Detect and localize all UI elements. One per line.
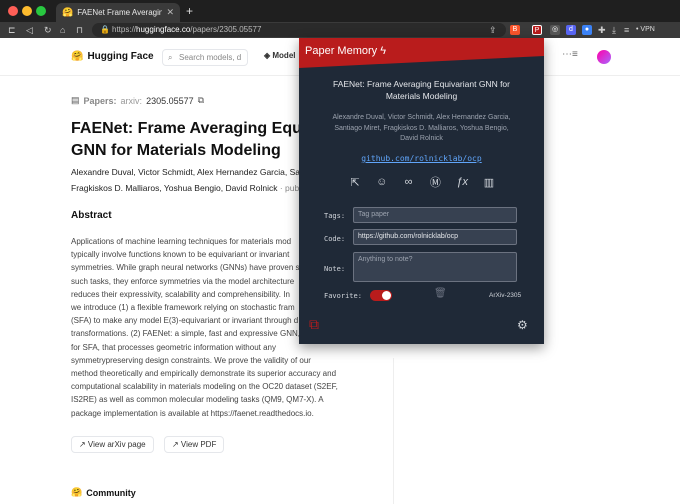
brave-shield-icon[interactable]: B	[510, 25, 520, 35]
tags-input[interactable]: Tag paper	[353, 207, 517, 223]
abstract-line: computational scalability in materials m…	[71, 382, 338, 392]
abstract-line: IS2RE) as well as common molecular model…	[71, 395, 324, 405]
community-section: 🤗 Community	[71, 487, 136, 498]
download-icon[interactable]: ⤓	[612, 23, 616, 37]
bibtex-fx-icon[interactable]: ƒx	[454, 176, 470, 188]
open-external-icon[interactable]: ⇱	[347, 176, 363, 189]
discord-icon[interactable]: d	[566, 25, 576, 35]
divider	[393, 358, 394, 504]
link-icon[interactable]: ∞	[401, 176, 417, 188]
tags-label: Tags:	[324, 212, 346, 220]
popup-paper-title: FAENet: Frame Averaging Equivariant GNN …	[332, 79, 510, 101]
note-label: Note:	[324, 265, 346, 273]
favorite-toggle[interactable]	[370, 290, 392, 301]
extension-icon-1[interactable]: ◎	[550, 25, 560, 35]
nav-models-label: Model	[272, 51, 296, 60]
popup-action-icons: ⇱ ☺ ∞ Ⓜ ƒx ▥	[347, 174, 497, 190]
papers-label: Papers:	[83, 95, 117, 106]
avatar[interactable]	[597, 50, 611, 64]
reload-icon[interactable]: ↻	[44, 23, 52, 37]
community-heading: Community	[86, 487, 136, 498]
book-icon[interactable]: ▥	[481, 176, 497, 189]
popup-title: Paper Memory ϟ	[305, 45, 387, 57]
url-path: /papers/2305.05577	[190, 25, 262, 34]
popup-authors: Alexandre Duval, Victor Schmidt, Alex He…	[332, 114, 511, 142]
url-host: huggingface.co	[136, 25, 191, 34]
window-close-button[interactable]	[8, 6, 18, 16]
memory-copy-icon[interactable]: ⧉	[309, 316, 319, 333]
abstract-heading: Abstract	[71, 210, 112, 221]
search-placeholder: Search models, d	[179, 53, 242, 62]
hugging-face-icon: 🤗	[71, 487, 83, 497]
paper-id: ▤ Papers: arxiv: 2305.05577 ⧉	[71, 95, 204, 106]
address-toolbar: ⊏ ◁ ↻ ⌂ ⊓ 🔒 https://huggingface.co/paper…	[0, 22, 680, 38]
tab-close-icon[interactable]: ✕	[166, 7, 174, 18]
tab-title: FAENet Frame Averaging Equivar	[77, 8, 163, 17]
code-label: Code:	[324, 235, 346, 243]
site-name: Hugging Face	[87, 51, 154, 62]
hugging-face-icon: 🤗	[62, 7, 74, 17]
share-icon[interactable]: ⇪	[489, 23, 497, 37]
code-input[interactable]: https://github.com/rolnicklab/ocp	[353, 229, 517, 245]
favorite-label: Favorite:	[324, 292, 362, 300]
copy-icon[interactable]: ⧉	[198, 95, 204, 106]
extension-icon-2[interactable]: ●	[582, 25, 592, 35]
document-icon: ▤	[71, 95, 80, 105]
browser-tab[interactable]: 🤗 FAENet Frame Averaging Equivar ✕	[56, 3, 180, 22]
search-icon: ⌕	[168, 53, 173, 62]
gear-icon[interactable]: ⚙	[517, 318, 528, 332]
trash-icon[interactable]: 🗑	[434, 288, 447, 299]
popup-repo-link[interactable]: github.com/rolnicklab/ocp	[311, 154, 532, 163]
authors-line-2-text[interactable]: Fragkiskos D. Malliaros, Yoshua Bengio, …	[71, 183, 277, 193]
paper-memory-extension-icon[interactable]: P	[532, 25, 542, 35]
back-icon[interactable]: ◁	[26, 23, 33, 37]
smiley-icon[interactable]: ☺	[374, 176, 390, 188]
nav-models[interactable]: ◈ Model	[264, 51, 295, 60]
more-menu-icon[interactable]: ⋯≡	[562, 49, 578, 60]
lock-icon: 🔒	[100, 25, 110, 34]
bookmark-icon[interactable]: ⊓	[76, 23, 83, 37]
window-minimize-button[interactable]	[22, 6, 32, 16]
window-maximize-button[interactable]	[36, 6, 46, 16]
sidebar-icon[interactable]: ⊏	[8, 23, 16, 37]
abstract-line: package implementation is available at h…	[71, 408, 314, 418]
paper-memory-popup: Paper Memory ϟ FAENet: Frame Averaging E…	[299, 38, 544, 344]
abstract-line: symmetrypreserving design constraints. W…	[71, 355, 311, 365]
url-scheme: https://	[112, 25, 137, 34]
url-bar[interactable]: 🔒 https://huggingface.co/papers/2305.055…	[92, 23, 506, 37]
note-textarea[interactable]: Anything to note?	[353, 252, 517, 282]
menu-icon[interactable]: ≡	[624, 23, 629, 37]
home-icon[interactable]: ⌂	[60, 23, 65, 37]
vpn-button[interactable]: • VPN	[636, 23, 655, 37]
hugging-face-logo-icon: 🤗	[71, 51, 84, 62]
site-search-input[interactable]: ⌕ Search models, d	[162, 49, 248, 66]
arxiv-prefix: arxiv:	[120, 95, 143, 106]
new-tab-icon[interactable]: +	[186, 4, 193, 18]
extensions-icon[interactable]: ✚	[598, 23, 606, 37]
view-pdf-button[interactable]: ↗ View PDF	[164, 436, 225, 453]
site-logo[interactable]: 🤗 Hugging Face	[71, 51, 154, 62]
arxiv-tag: ArXiv-2305	[489, 292, 522, 299]
abstract-line: method theoretically and empirically dem…	[71, 369, 337, 379]
tab-strip: 🤗 FAENet Frame Averaging Equivar ✕ +	[0, 0, 680, 22]
arxiv-id: 2305.05577	[146, 95, 194, 106]
browser-window: 🤗 FAENet Frame Averaging Equivar ✕ + ⊏ ◁…	[0, 0, 680, 504]
view-arxiv-button[interactable]: ↗ View arXiv page	[71, 436, 154, 453]
markdown-icon[interactable]: Ⓜ	[427, 174, 443, 190]
